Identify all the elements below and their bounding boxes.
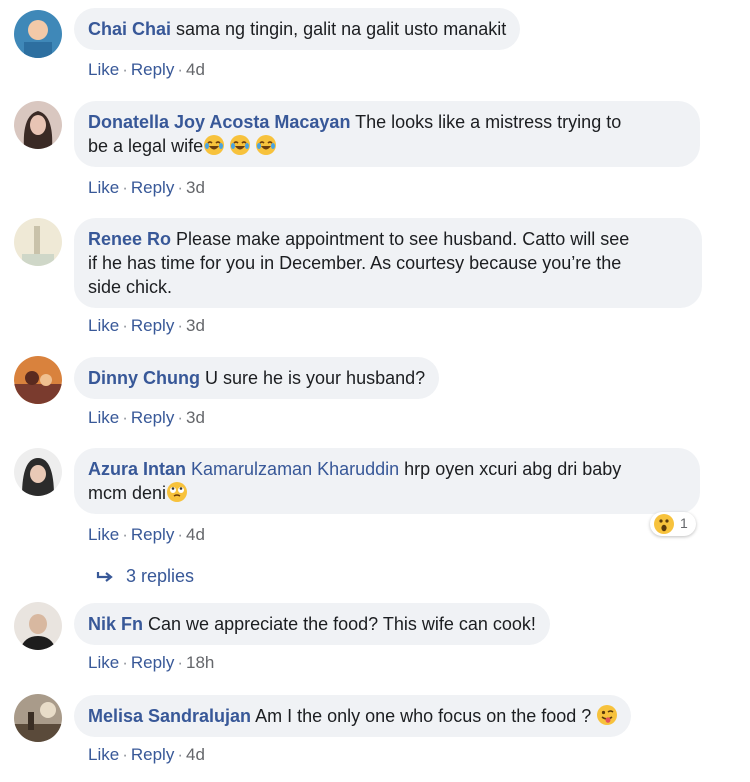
reply-link[interactable]: Reply bbox=[131, 178, 174, 197]
comment-actions: Like · Reply · 3d bbox=[88, 178, 205, 197]
mention-link[interactable]: Kamarulzaman Kharuddin bbox=[191, 459, 399, 479]
like-link[interactable]: Like bbox=[88, 60, 119, 79]
timestamp[interactable]: 4d bbox=[186, 745, 205, 764]
comment-actions: Like · Reply · 18h bbox=[88, 653, 215, 672]
comment-actions: Like · Reply · 3d bbox=[88, 408, 205, 427]
replies-count: 3 replies bbox=[126, 566, 195, 586]
like-link[interactable]: Like bbox=[88, 745, 119, 764]
like-link[interactable]: Like bbox=[88, 653, 119, 672]
reply-link[interactable]: Reply bbox=[131, 653, 174, 672]
author-name[interactable]: Melisa Sandralujan bbox=[88, 706, 251, 726]
comment-bubble: Dinny Chung U sure he is your husband? bbox=[74, 357, 440, 399]
comment-text: side chick. bbox=[88, 277, 173, 297]
comment-text: be a legal wife bbox=[88, 136, 204, 156]
comment-bubble: Chai Chai sama ng tingin, galit na galit… bbox=[74, 8, 521, 50]
wow-reaction-icon bbox=[654, 514, 674, 534]
like-link[interactable]: Like bbox=[88, 316, 119, 335]
like-link[interactable]: Like bbox=[88, 178, 119, 197]
avatar[interactable] bbox=[14, 694, 62, 742]
comment-actions: Like · Reply · 3d bbox=[88, 316, 205, 335]
view-replies-link[interactable]: 3 replies bbox=[96, 566, 194, 587]
reply-link[interactable]: Reply bbox=[131, 408, 174, 427]
comment-bubble: Nik Fn Can we appreciate the food? This … bbox=[74, 603, 550, 645]
like-link[interactable]: Like bbox=[88, 408, 119, 427]
timestamp[interactable]: 3d bbox=[186, 178, 205, 197]
author-name[interactable]: Chai Chai bbox=[88, 19, 171, 39]
author-name[interactable]: Donatella Joy Acosta Macayan bbox=[88, 112, 350, 132]
comment-text: if he has time for you in December. As c… bbox=[88, 253, 622, 273]
avatar[interactable] bbox=[14, 101, 62, 149]
joy-emoji-icon bbox=[256, 135, 277, 155]
reply-arrow-icon bbox=[96, 572, 113, 582]
comment-text: mcm deni bbox=[88, 483, 167, 503]
like-link[interactable]: Like bbox=[88, 525, 119, 544]
comment-text: The looks like a mistress trying to bbox=[355, 112, 622, 132]
comment-bubble: Melisa Sandralujan Am I the only one who… bbox=[74, 695, 632, 737]
comment-text: hrp oyen xcuri abg dri baby bbox=[404, 459, 622, 479]
timestamp[interactable]: 4d bbox=[186, 60, 205, 79]
comment-actions: Like · Reply · 4d bbox=[88, 745, 205, 764]
author-name[interactable]: Renee Ro bbox=[88, 229, 171, 249]
comment-text: Can we appreciate the food? This wife ca… bbox=[148, 614, 536, 634]
avatar[interactable] bbox=[14, 602, 62, 650]
tongue-wink-emoji-icon bbox=[597, 705, 618, 725]
reply-link[interactable]: Reply bbox=[131, 316, 174, 335]
comment-text: Am I the only one who focus on the food … bbox=[255, 706, 592, 726]
timestamp[interactable]: 3d bbox=[186, 408, 205, 427]
avatar[interactable] bbox=[14, 218, 62, 266]
author-name[interactable]: Nik Fn bbox=[88, 614, 143, 634]
author-name[interactable]: Azura Intan bbox=[88, 459, 186, 479]
comment-bubble: Renee Ro Please make appointment to see … bbox=[74, 218, 702, 308]
timestamp[interactable]: 18h bbox=[186, 653, 214, 672]
joy-emoji-icon bbox=[230, 135, 251, 155]
comment-actions: Like · Reply · 4d bbox=[88, 525, 205, 544]
comment-actions: Like · Reply · 4d bbox=[88, 60, 205, 79]
author-name[interactable]: Dinny Chung bbox=[88, 368, 200, 388]
avatar[interactable] bbox=[14, 448, 62, 496]
comment-bubble: Donatella Joy Acosta Macayan The looks l… bbox=[74, 101, 700, 167]
avatar[interactable] bbox=[14, 10, 62, 58]
timestamp[interactable]: 4d bbox=[186, 525, 205, 544]
reaction-badge[interactable]: 1 bbox=[650, 512, 696, 536]
comment-bubble: Azura Intan Kamarulzaman Kharuddin hrp o… bbox=[74, 448, 700, 514]
joy-emoji-icon bbox=[204, 135, 225, 155]
rolling-eyes-emoji-icon bbox=[167, 482, 188, 502]
reply-link[interactable]: Reply bbox=[131, 745, 174, 764]
reaction-count: 1 bbox=[680, 515, 688, 531]
comment-text: Please make appointment to see husband. … bbox=[176, 229, 630, 249]
comment-text: U sure he is your husband? bbox=[205, 368, 426, 388]
timestamp[interactable]: 3d bbox=[186, 316, 205, 335]
avatar[interactable] bbox=[14, 356, 62, 404]
comment-text: sama ng tingin, galit na galit usto mana… bbox=[176, 19, 507, 39]
reply-link[interactable]: Reply bbox=[131, 525, 174, 544]
reply-link[interactable]: Reply bbox=[131, 60, 174, 79]
